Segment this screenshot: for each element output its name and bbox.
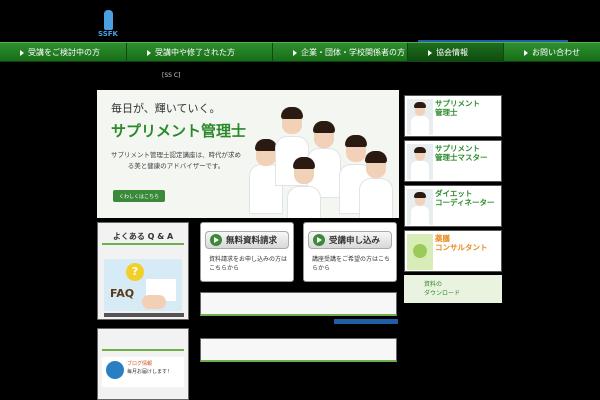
site-logo[interactable]: SSFK xyxy=(98,10,120,38)
apply-label: 受講申し込み xyxy=(329,236,381,246)
top-note xyxy=(398,2,598,10)
download-banner[interactable]: 資料の ダウンロード xyxy=(404,275,502,303)
arrow-right-icon xyxy=(20,50,24,56)
arrow-right-icon xyxy=(428,50,432,56)
global-nav: 受講をご検討中の方 受講中や修了された方 企業・団体・学校関係者の方 協会情報 … xyxy=(0,42,600,62)
course-card-title: 薬膳 コンサルタント xyxy=(435,234,488,252)
course-card-master[interactable]: サプリメント 管理士マスター xyxy=(404,140,502,182)
request-label: 無料資料請求 xyxy=(226,236,278,246)
nav-label: 企業・団体・学校関係者の方 xyxy=(301,48,405,57)
course-card-image xyxy=(407,234,433,270)
course-card-yakuzen[interactable]: 薬膳 コンサルタント xyxy=(404,230,502,272)
logo-text: SSFK xyxy=(98,30,118,38)
breadcrumb: [SS C] xyxy=(162,72,181,79)
hero-title: サプリメント管理士 xyxy=(111,122,247,140)
mail-icon xyxy=(106,361,124,379)
info-link[interactable] xyxy=(334,319,398,324)
faq-header: よくある Q & A xyxy=(102,229,184,245)
hero-details-button[interactable]: くわしくはこちら xyxy=(113,190,165,202)
hero-catchphrase: 毎日が、輝いていく。 xyxy=(111,102,221,115)
hero-people-image xyxy=(247,102,397,218)
course-card-title: サプリメント 管理士 xyxy=(435,99,480,117)
faq-label: FAQ xyxy=(110,287,135,300)
arrow-right-icon xyxy=(147,50,151,56)
course-card-image xyxy=(407,144,433,180)
nav-label: お問い合わせ xyxy=(532,48,580,57)
apply-cta: 受講申し込み 講座受講をご希望の方はこちらから xyxy=(303,222,397,282)
nav-item-current[interactable]: 受講中や修了された方 xyxy=(127,43,273,62)
logo-figure-icon xyxy=(104,10,113,30)
question-mark-icon: ? xyxy=(126,263,144,281)
blog-line1: ブログ情報 xyxy=(127,361,153,367)
apply-desc: 講座受講をご希望の方はこちらから xyxy=(312,256,391,272)
arrow-right-icon xyxy=(210,234,222,246)
nav-label: 受講をご検討中の方 xyxy=(28,48,100,57)
apply-button[interactable]: 受講申し込み xyxy=(308,231,392,249)
course-card-supplement[interactable]: サプリメント 管理士 xyxy=(404,95,502,137)
course-sidebar: サプリメント 管理士 サプリメント 管理士マスター ダイエット コーディネーター… xyxy=(404,95,504,303)
faq-box: よくある Q & A ? FAQ xyxy=(97,222,189,320)
blog-line2: 毎月お届けします！ xyxy=(127,369,173,375)
nav-item-about[interactable]: 協会情報 xyxy=(408,43,504,62)
faq-caption xyxy=(104,313,184,317)
request-button[interactable]: 無料資料請求 xyxy=(205,231,289,249)
info-row-2[interactable] xyxy=(200,338,397,362)
nav-label: 受講中や修了された方 xyxy=(155,48,235,57)
course-card-title: ダイエット コーディネーター xyxy=(435,189,495,207)
arrow-right-icon xyxy=(293,50,297,56)
fruit-icon xyxy=(413,244,427,258)
course-card-image xyxy=(407,189,433,225)
blog-header xyxy=(102,335,184,351)
request-desc: 資料請求をお申し込みの方はこちらから xyxy=(209,256,288,272)
hero-subtitle: サプリメント管理士認定講座は、時代が求める美と健康のアドバイザーです。 xyxy=(111,151,241,170)
blog-box: ブログ情報 毎月お届けします！ xyxy=(97,328,189,400)
arrow-right-icon xyxy=(524,50,528,56)
faq-banner[interactable]: ? FAQ xyxy=(104,259,182,311)
arrow-right-icon xyxy=(313,234,325,246)
top-bar: SSFK xyxy=(0,0,600,46)
nav-item-corporate[interactable]: 企業・団体・学校関係者の方 xyxy=(273,43,408,62)
course-card-image xyxy=(407,99,433,135)
course-card-diet[interactable]: ダイエット コーディネーター xyxy=(404,185,502,227)
request-cta: 無料資料請求 資料請求をお申し込みの方はこちらから xyxy=(200,222,294,282)
nav-label: 協会情報 xyxy=(436,48,468,57)
nav-item-contact[interactable]: お問い合わせ xyxy=(504,43,600,62)
hand-icon xyxy=(142,295,166,309)
hero-banner[interactable]: 毎日が、輝いていく。 サプリメント管理士 サプリメント管理士認定講座は、時代が求… xyxy=(97,90,399,218)
info-row-1[interactable] xyxy=(200,292,397,316)
nav-item-prospective[interactable]: 受講をご検討中の方 xyxy=(0,43,127,62)
course-card-title: サプリメント 管理士マスター xyxy=(435,144,488,162)
blog-banner[interactable]: ブログ情報 毎月お届けします！ xyxy=(102,357,184,387)
